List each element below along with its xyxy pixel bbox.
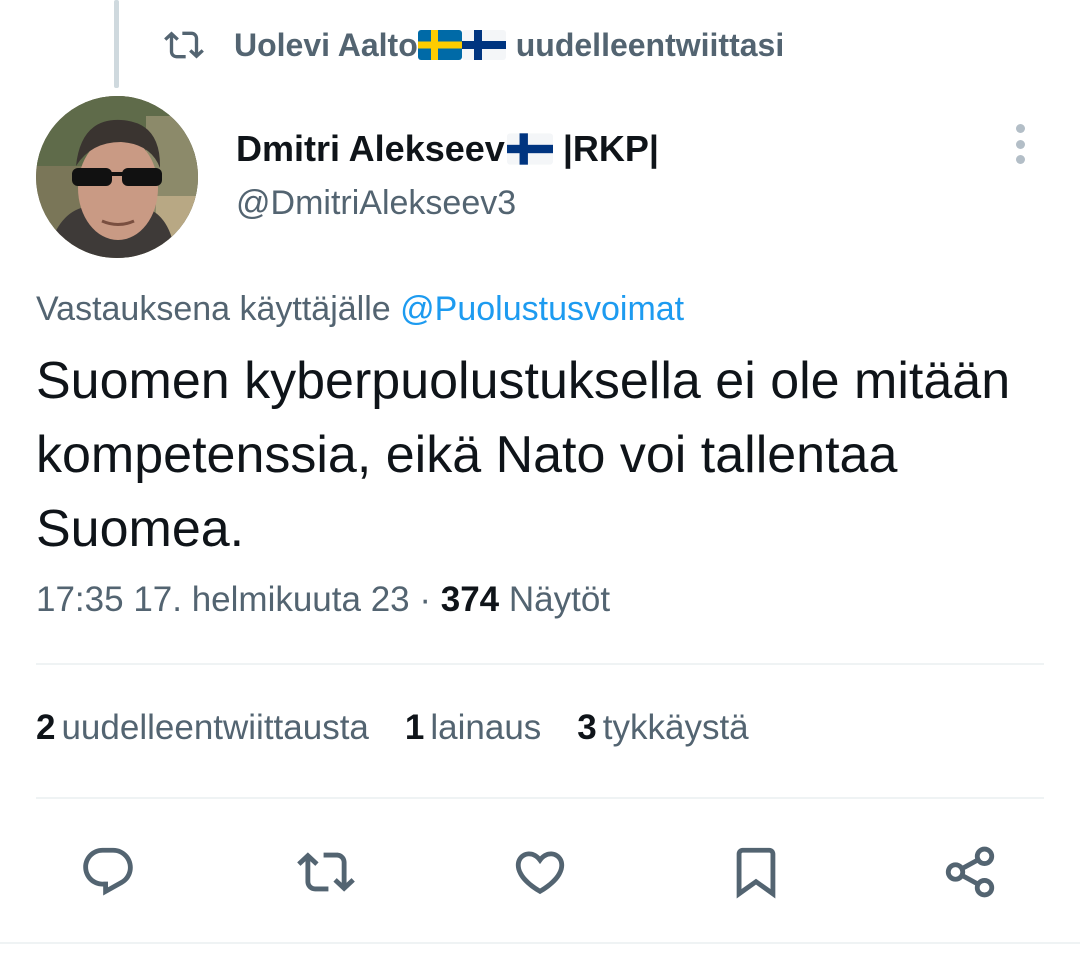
retweeter-name[interactable]: Uolevi Aalto (234, 27, 418, 64)
tweet-meta: 17:35 17. helmikuuta 23 · 374 Näytöt (36, 580, 610, 620)
thread-connector-line (114, 0, 119, 88)
reply-button[interactable] (78, 840, 138, 904)
retweets-count: 2 (36, 708, 56, 747)
bookmark-icon (736, 847, 776, 899)
tweet-text: Suomen kyberpuolustuksella ei ole mitään… (36, 352, 1011, 558)
more-options-button[interactable] (1004, 120, 1036, 168)
divider (36, 663, 1044, 665)
reply-mention-link[interactable]: @Puolustusvoimat (400, 290, 684, 328)
finland-flag-icon (506, 133, 553, 165)
more-vertical-icon (1015, 124, 1025, 133)
tweet-date[interactable]: 17. helmikuuta 23 (133, 580, 409, 619)
retweet-context[interactable]: Uolevi Aalto uudelleentwiittasi (164, 22, 784, 68)
likes-label: tykkäystä (602, 708, 749, 747)
share-button[interactable] (940, 840, 1000, 904)
reply-prefix: Vastauksena käyttäjälle (36, 290, 391, 328)
likes-stat[interactable]: 3 tykkäystä (577, 708, 748, 748)
author-handle[interactable]: @DmitriAlekseev3 (236, 184, 516, 223)
profile-photo (36, 96, 198, 258)
tweet-detail: Uolevi Aalto uudelleentwiittasi Dmitri A… (0, 0, 1080, 979)
author-name[interactable]: Dmitri Alekseev |RKP| (236, 122, 659, 176)
like-icon (515, 851, 565, 895)
reply-context: Vastauksena käyttäjälle @Puolustusvoimat (36, 290, 684, 329)
bottom-divider (0, 942, 1080, 944)
retweet-action-text: uudelleentwiittasi (515, 26, 785, 63)
retweets-label: uudelleentwiittausta (61, 708, 369, 747)
avatar[interactable] (36, 96, 198, 258)
like-button[interactable] (510, 840, 570, 904)
views-count: 374 (440, 580, 500, 619)
views-label: Näytöt (508, 580, 611, 619)
quotes-stat[interactable]: 1 lainaus (405, 708, 541, 748)
author-affiliation: |RKP| (562, 128, 659, 169)
quotes-count: 1 (404, 708, 425, 747)
retweet-button[interactable] (296, 840, 356, 904)
engagement-stats: 2 uudelleentwiittausta 1 lainaus 3 tykkäyst… (36, 708, 785, 748)
retweets-stat[interactable]: 2 uudelleentwiittausta (36, 708, 369, 748)
divider (36, 797, 1044, 799)
share-icon (945, 846, 995, 898)
tweet-time[interactable]: 17:35 (36, 580, 124, 619)
quotes-label: lainaus (430, 708, 542, 747)
author-display-name: Dmitri Alekseev (236, 128, 505, 169)
meta-separator: · (419, 580, 432, 619)
retweet-icon (164, 31, 204, 59)
finland-flag-icon (461, 30, 506, 60)
likes-count: 3 (577, 708, 597, 747)
bookmark-button[interactable] (726, 840, 786, 904)
action-bar (0, 840, 1080, 904)
sweden-flag-icon (417, 30, 462, 60)
reply-icon (83, 847, 133, 896)
retweet-icon (297, 852, 355, 892)
